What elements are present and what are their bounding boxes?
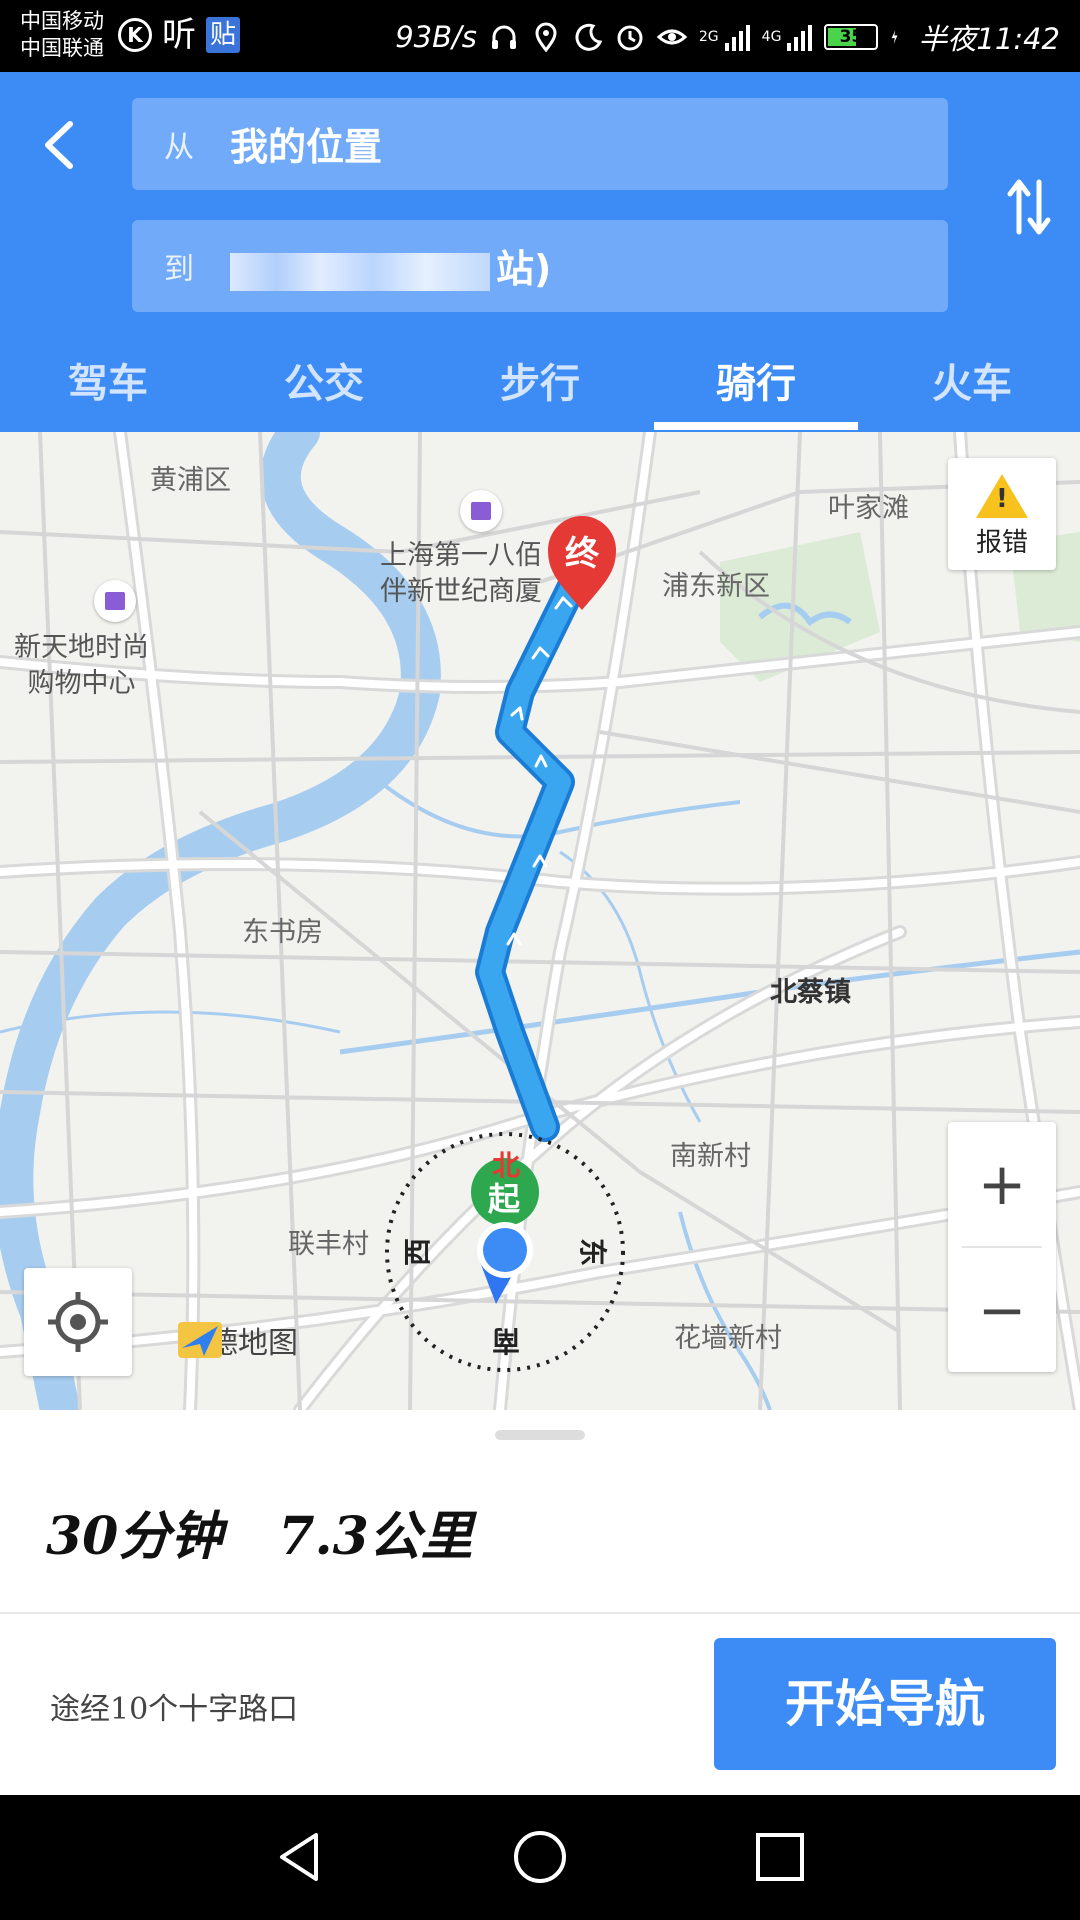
status-bar: 中国移动 中国联通 K 听 贴 93B/s 2G 4G 35 半夜11:42	[0, 0, 1080, 72]
back-icon[interactable]	[30, 110, 90, 180]
compass-west: 西	[401, 1237, 435, 1267]
home-nav-icon[interactable]	[508, 1825, 572, 1889]
map-label-beicaizhen: 北蔡镇	[770, 977, 851, 1008]
tab-train[interactable]: 火车	[864, 348, 1080, 432]
end-pin-label: 终	[565, 534, 599, 574]
network-4g-label: 4G	[761, 29, 782, 45]
origin-value: 我的位置	[230, 125, 383, 169]
report-error-button[interactable]: ! 报错	[948, 458, 1056, 570]
amap-logo-icon	[178, 1322, 222, 1358]
shopping-icon[interactable]	[460, 490, 502, 532]
tab-bus[interactable]: 公交	[216, 348, 432, 432]
compass-east: 东	[576, 1237, 610, 1267]
charging-icon	[892, 30, 898, 44]
carrier-2: 中国联通	[20, 36, 104, 60]
destination-value: 站)	[230, 238, 551, 293]
destination-visible-text: 站)	[496, 247, 552, 291]
battery-icon: 35	[824, 24, 879, 50]
map-label-yejiazhai: 叶家滩	[828, 493, 909, 524]
compass-north: 北	[492, 1149, 521, 1182]
start-navigation-button[interactable]: 开始导航	[714, 1638, 1056, 1770]
warning-icon: !	[976, 474, 1028, 518]
k-app-icon: K	[118, 18, 152, 52]
alarm-icon	[617, 25, 643, 51]
status-right: 93B/s 2G 4G 35 半夜11:42	[395, 16, 1060, 58]
moon-icon	[575, 23, 603, 51]
route-duration: 30分钟	[46, 1506, 223, 1567]
report-error-label: 报错	[975, 528, 1028, 558]
locate-icon	[48, 1292, 108, 1352]
clock: 半夜11:42	[918, 22, 1060, 56]
map-view[interactable]: 黄浦区 叶家滩 浦东新区 东书房 北蔡镇 南新村 联丰村 花墙新村 上海第一八佰…	[0, 432, 1080, 1410]
carrier-info: 中国移动 中国联通	[20, 8, 104, 62]
tab-walk[interactable]: 步行	[432, 348, 648, 432]
tieba-app-icon: 贴	[206, 17, 241, 53]
network-speed: 93B/s	[395, 20, 477, 54]
poi-label-xintiandi[interactable]: 新天地时尚 购物中心	[14, 630, 149, 702]
locate-button[interactable]	[24, 1268, 132, 1376]
amap-brand: 高德地图	[178, 1318, 298, 1362]
map-label-nanxincun: 南新村	[670, 1141, 751, 1172]
redacted-text	[230, 252, 490, 291]
route-summary-panel: 30分钟 7.3公里 途经10个十字路口 开始导航	[0, 1410, 1080, 1795]
zoom-controls: + −	[948, 1122, 1056, 1372]
signal-2g-icon	[724, 23, 750, 51]
poi-label-bababan[interactable]: 上海第一八佰 伴新世纪商厦	[380, 538, 542, 610]
ting-app-icon: 听	[162, 15, 196, 55]
panel-divider	[0, 1612, 1080, 1614]
signal-4g-icon	[787, 23, 813, 51]
location-icon	[535, 22, 557, 52]
back-nav-icon[interactable]	[268, 1825, 332, 1889]
travel-mode-tabs: 驾车 公交 步行 骑行 火车	[0, 348, 1080, 432]
headset-icon	[491, 25, 516, 49]
origin-field[interactable]: 从 我的位置	[132, 98, 948, 190]
route-header: 从 我的位置 到 站) 驾车 公交 步行 骑行 火车	[0, 72, 1080, 432]
system-nav-bar	[0, 1795, 1080, 1920]
zoom-in-button[interactable]: +	[948, 1122, 1056, 1246]
destination-label: 到	[164, 252, 194, 287]
map-label-dongshufang: 东书房	[242, 917, 323, 948]
network-2g-label: 2G	[698, 29, 719, 45]
route-summary: 30分钟 7.3公里	[46, 1494, 473, 1569]
compass-south: 南	[492, 1324, 521, 1357]
eye-icon	[656, 29, 687, 45]
battery-level: 35	[839, 27, 864, 47]
origin-label: 从	[164, 130, 194, 165]
notification-icons: K 听 贴	[118, 15, 241, 55]
recents-nav-icon[interactable]	[748, 1825, 812, 1889]
map-label-huangpu: 黄浦区	[150, 465, 231, 496]
route-via-info: 途经10个十字路口	[50, 1692, 299, 1727]
shopping-icon[interactable]	[94, 580, 136, 622]
tab-drive[interactable]: 驾车	[0, 348, 216, 432]
zoom-out-button[interactable]: −	[948, 1248, 1056, 1372]
drag-handle[interactable]	[495, 1430, 585, 1440]
map-label-lianfengcun: 联丰村	[288, 1229, 369, 1260]
route-distance: 7.3公里	[278, 1506, 473, 1567]
destination-field[interactable]: 到 站)	[132, 220, 948, 312]
tab-bike[interactable]: 骑行	[648, 348, 864, 432]
map-label-huaqiangxincun: 花墙新村	[674, 1323, 782, 1354]
map-label-pudong: 浦东新区	[662, 571, 770, 602]
swap-icon[interactable]	[1004, 172, 1054, 242]
carrier-1: 中国移动	[20, 9, 104, 33]
